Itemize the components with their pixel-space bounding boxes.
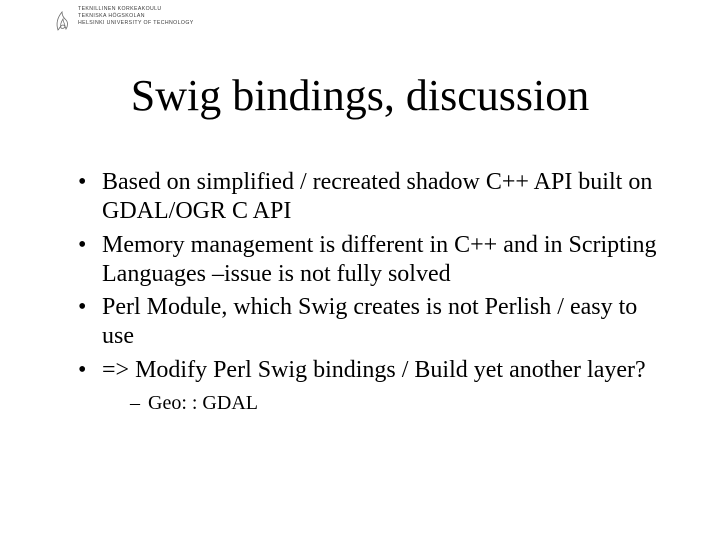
institution-line-3: HELSINKI UNIVERSITY OF TECHNOLOGY <box>78 20 194 27</box>
institution-logo: TEKNILLINEN KORKEAKOULU TEKNISKA HÖGSKOL… <box>52 6 194 32</box>
sub-bullet-text: Geo: : GDAL <box>148 392 258 414</box>
bullet-text: => Modify Perl Swig bindings / Build yet… <box>102 357 646 383</box>
flame-icon <box>52 6 72 32</box>
institution-name: TEKNILLINEN KORKEAKOULU TEKNISKA HÖGSKOL… <box>78 6 194 27</box>
sub-bullet-list: Geo: : GDAL <box>102 391 658 415</box>
list-item: Memory management is different in C++ an… <box>78 231 658 290</box>
institution-line-1: TEKNILLINEN KORKEAKOULU <box>78 6 194 13</box>
list-item: Geo: : GDAL <box>130 391 658 415</box>
slide-body: Based on simplified / recreated shadow C… <box>78 168 658 419</box>
slide: TEKNILLINEN KORKEAKOULU TEKNISKA HÖGSKOL… <box>0 0 720 540</box>
bullet-text: Based on simplified / recreated shadow C… <box>102 169 652 224</box>
list-item: Based on simplified / recreated shadow C… <box>78 168 658 227</box>
institution-line-2: TEKNISKA HÖGSKOLAN <box>78 13 194 20</box>
list-item: => Modify Perl Swig bindings / Build yet… <box>78 356 658 416</box>
bullet-list: Based on simplified / recreated shadow C… <box>78 168 658 415</box>
list-item: Perl Module, which Swig creates is not P… <box>78 293 658 352</box>
slide-title: Swig bindings, discussion <box>0 70 720 121</box>
bullet-text: Memory management is different in C++ an… <box>102 232 657 287</box>
bullet-text: Perl Module, which Swig creates is not P… <box>102 294 637 349</box>
